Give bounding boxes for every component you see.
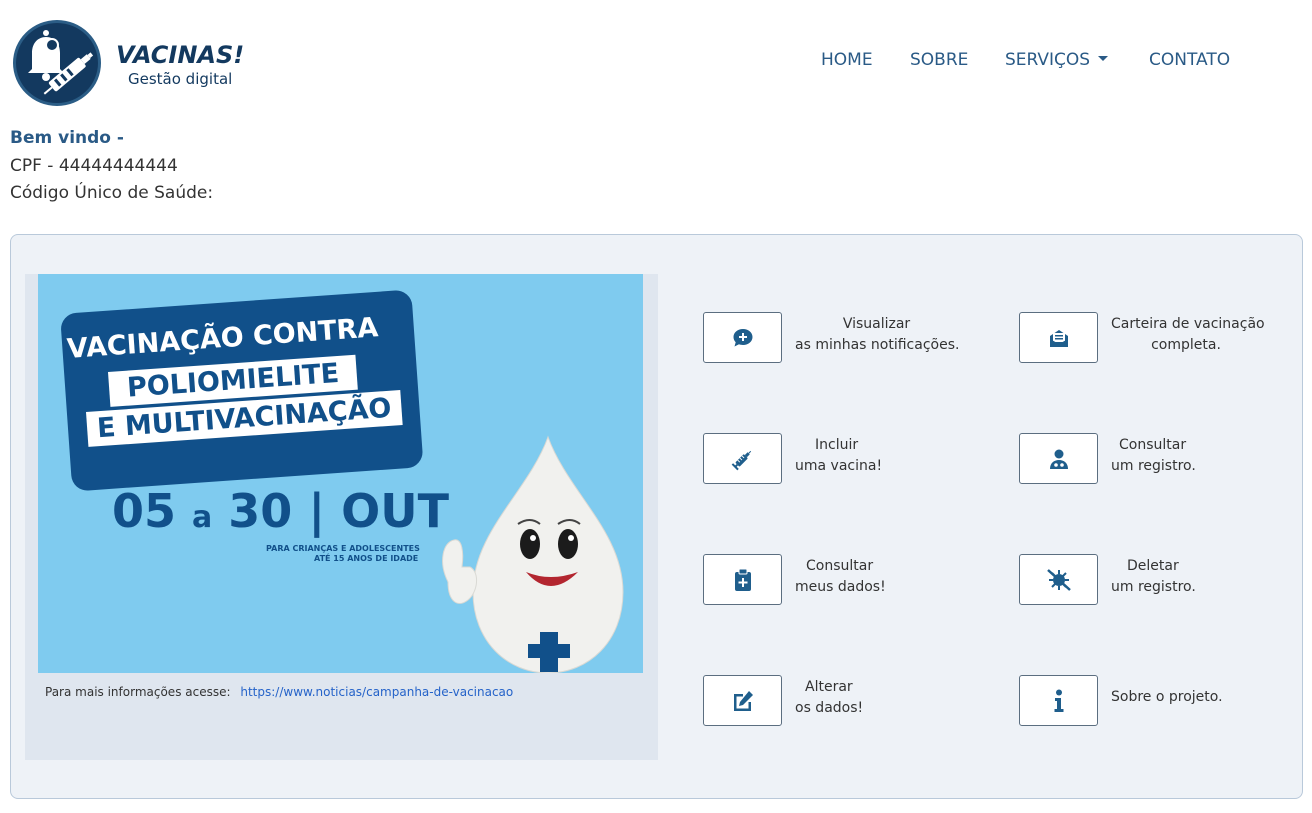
card-line1: Carteira de vacinação <box>1111 316 1265 332</box>
ze-gotinha-mascot-icon <box>442 435 624 673</box>
edit-data-text: Alterar os dados! <box>795 677 863 719</box>
campaign-banner: VACINAÇÃO CONTRA POLIOMIELITE E MULTIVAC… <box>38 274 643 673</box>
info-label: Para mais informações acesse: <box>45 685 231 699</box>
notifications-line2: as minhas notificações. <box>795 337 960 353</box>
card-line2: completa. <box>1151 337 1221 353</box>
main-panel: VACINAÇÃO CONTRA POLIOMIELITE E MULTIVAC… <box>10 234 1303 799</box>
info-icon <box>1054 689 1063 712</box>
consult-record-text: Consultar um registro. <box>1111 435 1196 477</box>
banner-note1: PARA CRIANÇAS E ADOLESCENTES <box>266 544 420 553</box>
edit-data-line1: Alterar <box>805 679 853 695</box>
add-vaccine-line2: uma vacina! <box>795 458 883 474</box>
nav-contato[interactable]: CONTATO <box>1149 50 1230 72</box>
add-vaccine-line1: Incluir <box>815 437 859 453</box>
header: VACINAS! Gestão digital HOME SOBRE SERVI… <box>0 0 1312 120</box>
nav-home[interactable]: HOME <box>821 50 873 72</box>
about-line1: Sobre o projeto. <box>1111 689 1223 705</box>
comment-plus-icon <box>733 328 752 346</box>
consult-record-button[interactable] <box>1019 433 1098 484</box>
bell-syringe-icon <box>28 30 94 95</box>
info-line: Para mais informações acesse: https://ww… <box>45 685 513 699</box>
banner-date-start: 05 <box>112 484 177 538</box>
logo[interactable] <box>13 20 101 106</box>
brand-subtitle: Gestão digital <box>128 70 233 88</box>
clipboard-plus-icon <box>734 568 751 591</box>
notifications-text: Visualizar as minhas notificações. <box>795 314 960 356</box>
notifications-line1: Visualizar <box>842 316 911 332</box>
envelope-open-text-icon <box>1049 329 1068 347</box>
welcome-text: Bem vindo - <box>10 128 124 148</box>
banner-note2: ATÉ 15 ANOS DE IDADE <box>314 554 419 563</box>
sus-code-text: Código Único de Saúde: <box>10 183 214 203</box>
banner-date-sep: | <box>308 484 326 538</box>
delete-record-line2: um registro. <box>1111 579 1196 595</box>
edit-data-line2: os dados! <box>795 700 864 716</box>
banner-date-mid: a <box>192 500 213 535</box>
my-data-text: Consultar meus dados! <box>795 556 886 598</box>
my-data-line2: meus dados! <box>795 579 886 595</box>
edit-data-button[interactable] <box>703 675 782 726</box>
about-button[interactable] <box>1019 675 1098 726</box>
nav-sobre[interactable]: SOBRE <box>910 50 968 72</box>
banner-date: 05 a 30 | OUT <box>112 484 449 538</box>
vaccination-card-button[interactable] <box>1019 312 1098 363</box>
my-data-line1: Consultar <box>806 558 874 574</box>
user-doctor-icon <box>1049 449 1068 469</box>
consult-record-line1: Consultar <box>1119 437 1187 453</box>
syringe-icon <box>731 450 751 470</box>
campaign-card: VACINAÇÃO CONTRA POLIOMIELITE E MULTIVAC… <box>25 274 658 760</box>
caret-down-icon <box>1098 55 1109 61</box>
consult-record-line2: um registro. <box>1111 458 1196 474</box>
pen-to-square-icon <box>733 690 753 711</box>
delete-record-line1: Deletar <box>1127 558 1179 574</box>
virus-slash-icon <box>1046 568 1071 591</box>
nav-servicos-dropdown[interactable]: SERVIÇOS <box>1005 50 1109 72</box>
delete-record-button[interactable] <box>1019 554 1098 605</box>
add-vaccine-text: Incluir uma vacina! <box>795 435 882 477</box>
banner-date-end: 30 <box>228 484 293 538</box>
add-vaccine-button[interactable] <box>703 433 782 484</box>
card-text: Carteira de vacinação completa. <box>1111 314 1265 356</box>
brand-title: VACINAS! <box>116 41 245 69</box>
my-data-button[interactable] <box>703 554 782 605</box>
campaign-link[interactable]: https://www.noticias/campanha-de-vacinac… <box>240 685 513 699</box>
about-text: Sobre o projeto. <box>1111 687 1223 708</box>
delete-record-text: Deletar um registro. <box>1111 556 1196 598</box>
nav-servicos-label: SERVIÇOS <box>1005 50 1091 70</box>
cpf-text: CPF - 44444444444 <box>10 156 178 176</box>
notifications-button[interactable] <box>703 312 782 363</box>
